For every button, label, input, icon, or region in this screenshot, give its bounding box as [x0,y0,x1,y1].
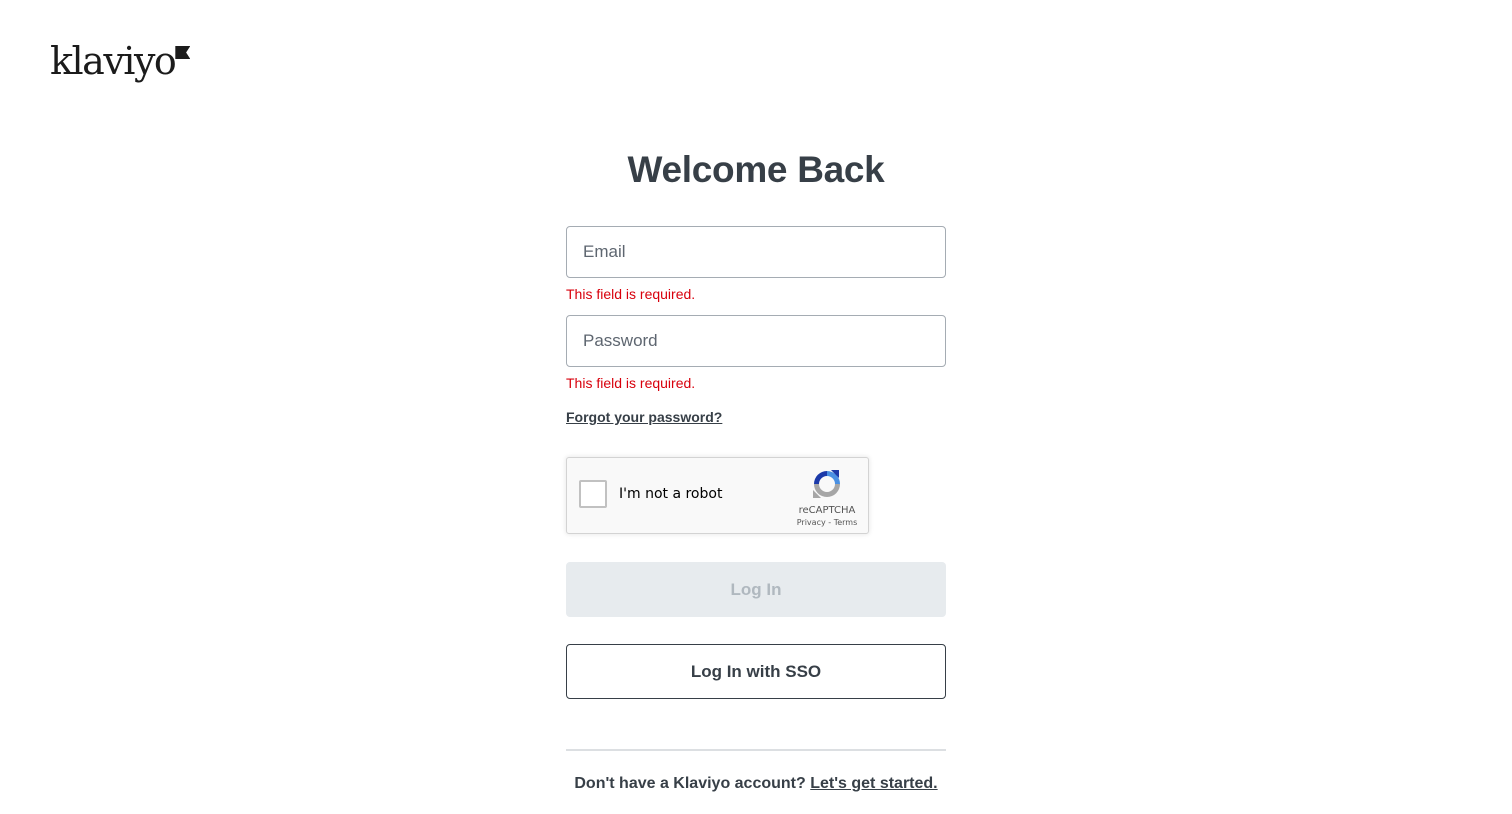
signup-prompt-text: Don't have a Klaviyo account? [574,775,806,792]
recaptcha-link-separator: - [825,518,834,527]
divider [566,749,946,751]
recaptcha-label: I'm not a robot [619,486,723,502]
recaptcha-icon [813,470,840,498]
recaptcha-privacy-link[interactable]: Privacy [797,518,826,527]
login-form: Welcome Back This field is required. Thi… [566,146,946,793]
klaviyo-logo[interactable]: klaviyo [50,36,191,86]
recaptcha-widget: I'm not a robot reCAPTCHA Privacy - Term… [566,457,869,534]
recaptcha-checkbox[interactable] [579,480,607,508]
page-title: Welcome Back [627,149,885,190]
login-page: klaviyo Welcome Back This field is requi… [0,0,1512,814]
forgot-password-link[interactable]: Forgot your password? [566,408,722,426]
recaptcha-links: Privacy - Terms [777,518,877,527]
signup-prompt: Don't have a Klaviyo account? Let's get … [566,775,946,793]
password-error: This field is required. [566,375,696,391]
logo-flag-icon [175,46,191,59]
sso-login-button[interactable]: Log In with SSO [566,644,946,699]
password-input[interactable] [566,315,946,367]
logo-wordmark: klaviyo [50,39,177,83]
recaptcha-brand: reCAPTCHA [798,505,856,516]
email-input[interactable] [566,226,946,278]
email-error: This field is required. [566,286,696,302]
signup-link[interactable]: Let's get started. [810,775,937,792]
login-button[interactable]: Log In [566,562,946,617]
recaptcha-terms-link[interactable]: Terms [834,518,858,527]
